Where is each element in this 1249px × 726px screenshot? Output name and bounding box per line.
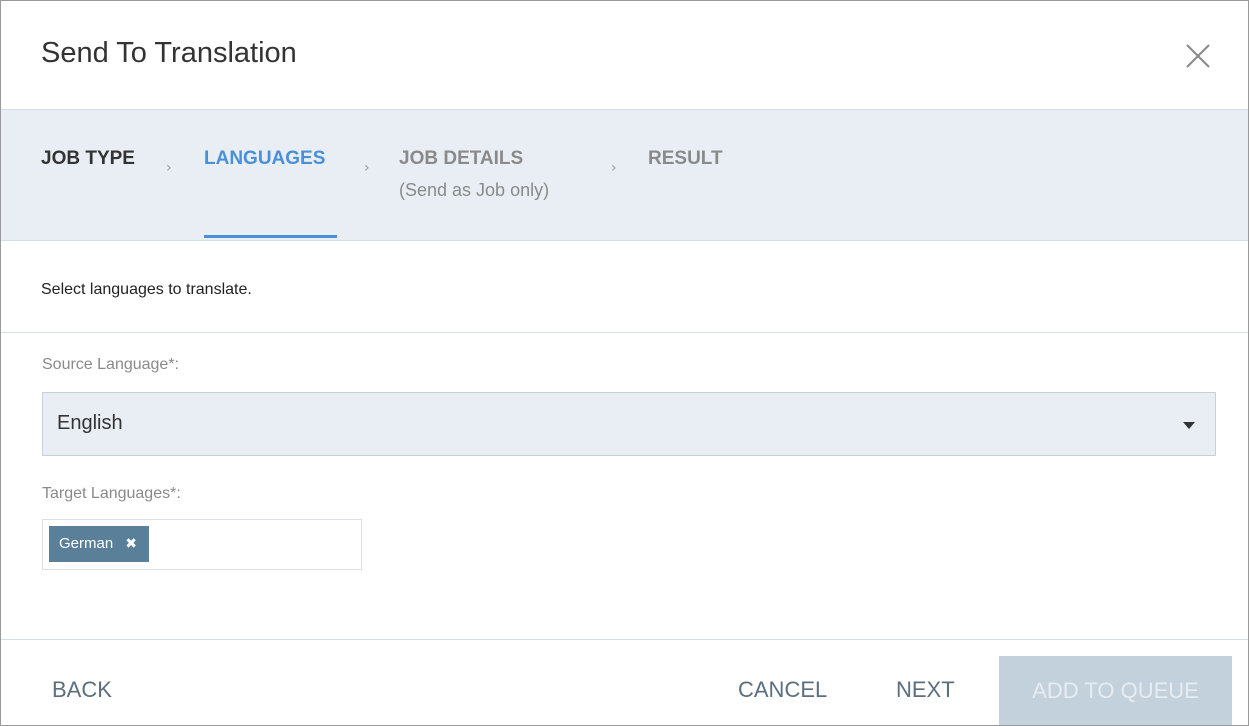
section-divider — [1, 332, 1248, 333]
step-result-label: RESULT — [648, 148, 723, 169]
chevron-right-icon: › — [611, 160, 617, 176]
footer-divider — [1, 639, 1248, 640]
chevron-right-icon: › — [166, 160, 172, 176]
source-language-select[interactable]: English — [42, 392, 1216, 456]
close-icon — [1186, 44, 1210, 68]
back-button[interactable]: BACK — [52, 677, 112, 703]
next-button[interactable]: NEXT — [896, 677, 955, 703]
language-tag: German ✖ — [49, 526, 149, 562]
cancel-button[interactable]: CANCEL — [738, 677, 827, 703]
instruction-text: Select languages to translate. — [41, 281, 252, 298]
step-job-type-label: JOB TYPE — [41, 148, 135, 169]
step-languages[interactable]: LANGUAGES — [204, 148, 325, 170]
wizard-steps: JOB TYPE › LANGUAGES › JOB DETAILS (Send… — [1, 110, 1248, 241]
dialog-title: Send To Translation — [41, 37, 297, 69]
step-job-details-sublabel: (Send as Job only) — [399, 180, 550, 200]
target-languages-label: Target Languages*: — [42, 485, 181, 502]
source-language-value: English — [57, 412, 123, 434]
add-to-queue-button[interactable]: ADD TO QUEUE — [999, 656, 1232, 725]
step-job-details[interactable]: JOB DETAILS (Send as Job only) — [399, 148, 549, 201]
send-to-translation-dialog: Send To Translation JOB TYPE › LANGUAGES… — [0, 0, 1249, 726]
step-languages-label: LANGUAGES — [204, 148, 326, 169]
remove-tag-icon[interactable]: ✖ — [125, 526, 137, 562]
language-tag-label: German — [59, 535, 114, 552]
step-job-type[interactable]: JOB TYPE — [41, 148, 135, 170]
source-language-label: Source Language*: — [42, 356, 179, 373]
caret-down-icon — [1183, 422, 1195, 429]
target-languages-input[interactable]: German ✖ — [42, 519, 362, 570]
close-button[interactable] — [1181, 39, 1215, 73]
step-job-details-label: JOB DETAILS — [399, 148, 524, 169]
chevron-right-icon: › — [364, 160, 370, 176]
active-step-indicator — [204, 235, 337, 238]
step-result[interactable]: RESULT — [648, 148, 723, 170]
dialog-header: Send To Translation — [1, 1, 1248, 110]
